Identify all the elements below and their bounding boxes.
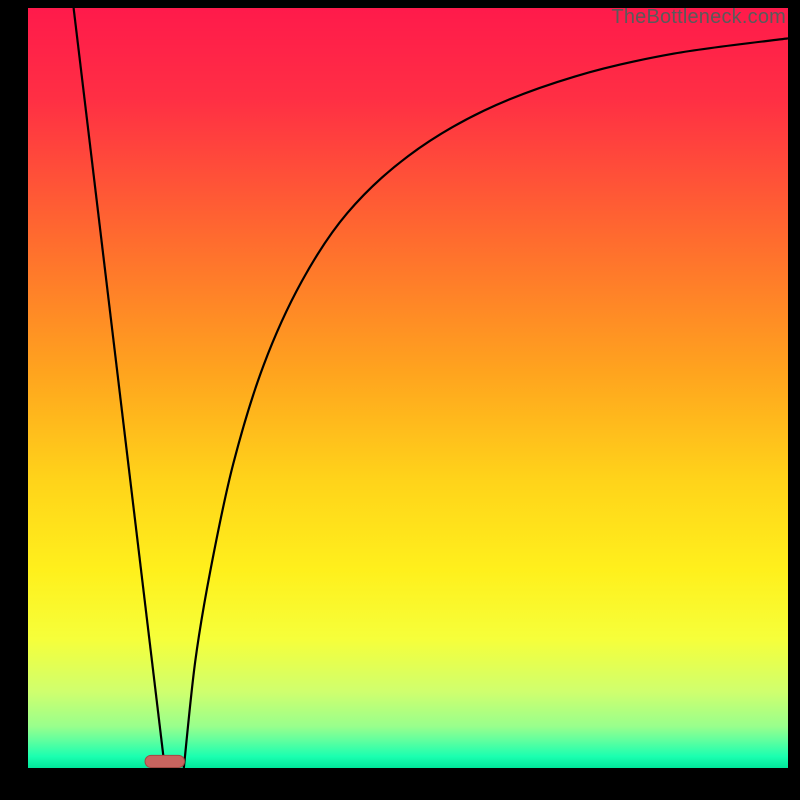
plot-area <box>28 8 788 768</box>
gradient-background <box>28 8 788 768</box>
chart-frame: TheBottleneck.com <box>0 0 800 800</box>
watermark-text: TheBottleneck.com <box>611 6 786 29</box>
minimum-marker <box>145 755 185 767</box>
plot-svg <box>28 8 788 768</box>
